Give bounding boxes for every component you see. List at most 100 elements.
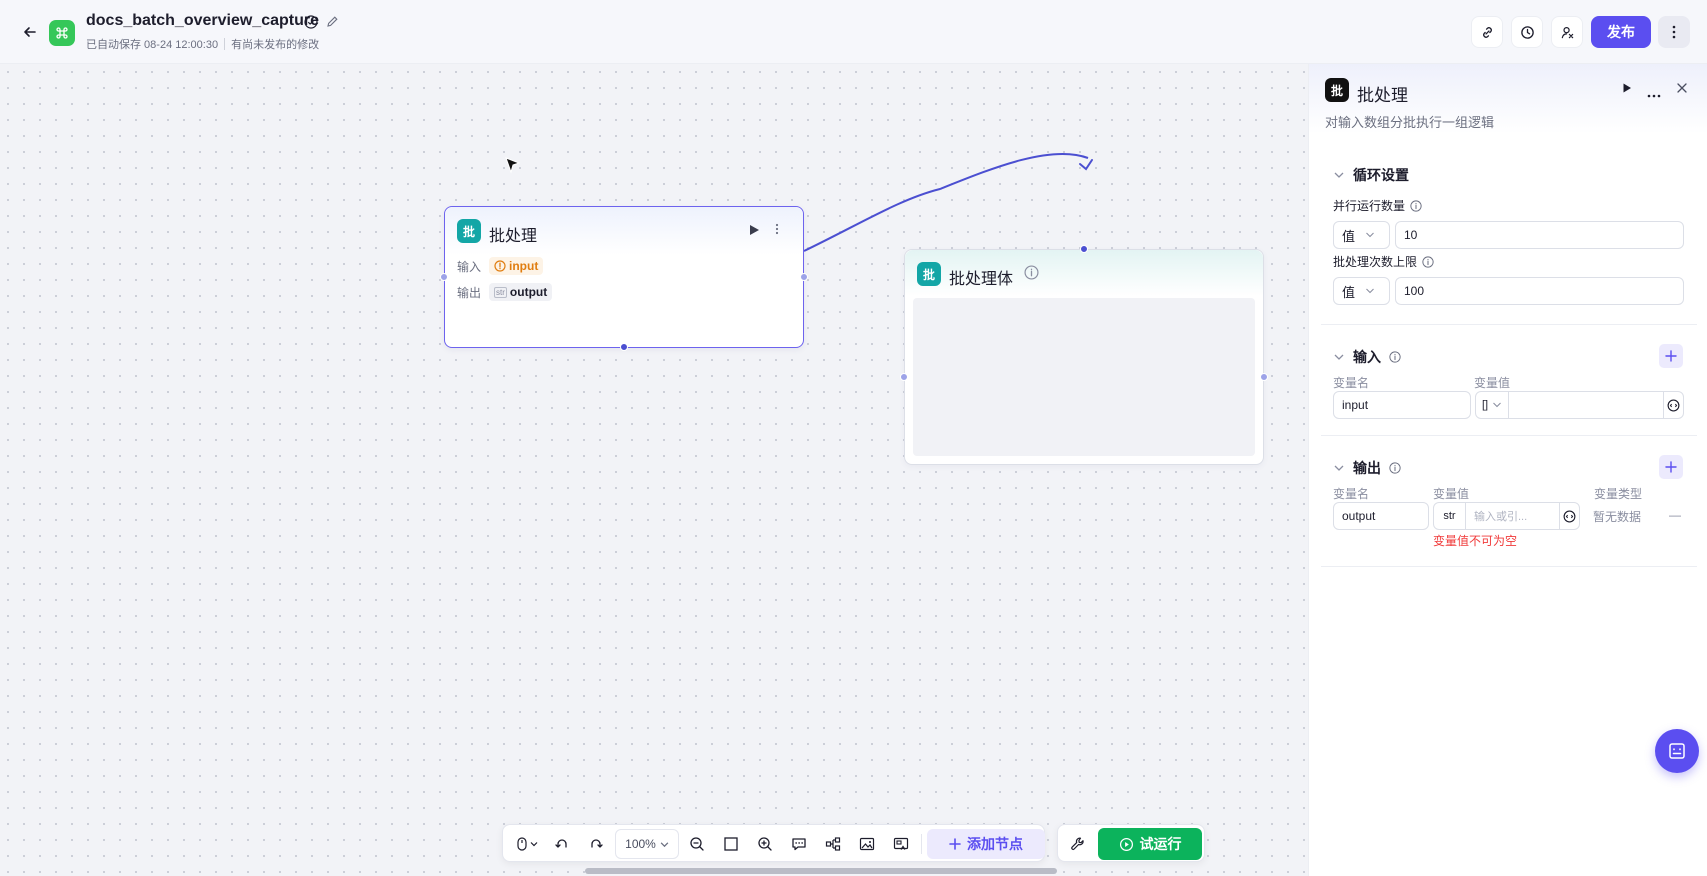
output-tag-text: output xyxy=(509,285,548,299)
wrench-icon xyxy=(1071,837,1084,850)
batch-node[interactable]: 批 批处理 输入 input 输出 str output xyxy=(440,206,808,351)
output-tag[interactable]: str output xyxy=(489,283,553,301)
batch-limit-label: 批处理次数上限 xyxy=(1333,253,1434,270)
link-button[interactable] xyxy=(1471,16,1503,48)
history-button[interactable] xyxy=(1511,16,1543,48)
panel-description: 对输入数组分批执行一组逻辑 xyxy=(1325,115,1495,130)
minimap-button[interactable] xyxy=(888,831,914,857)
comment-icon xyxy=(792,838,806,851)
section-divider xyxy=(1321,566,1697,567)
trial-run-label: 试运行 xyxy=(1139,836,1182,852)
parallel-mode-value: 值 xyxy=(1342,228,1356,244)
zoom-out-icon xyxy=(690,837,704,851)
frame-icon xyxy=(724,837,738,851)
fit-view-button[interactable] xyxy=(718,831,744,857)
edit-pencil-icon[interactable] xyxy=(326,15,339,31)
input-var-type: [] xyxy=(1482,399,1489,411)
add-input-button[interactable] xyxy=(1659,344,1683,368)
parallel-count-text: 并行运行数量 xyxy=(1333,199,1406,213)
reference-variable-icon[interactable] xyxy=(1559,503,1579,529)
auto-layout-button[interactable] xyxy=(820,831,846,857)
chevron-down-icon xyxy=(1366,232,1374,238)
horizontal-scrollbar[interactable] xyxy=(585,868,1057,874)
output-section-title: 输出 xyxy=(1353,460,1381,476)
output-var-type[interactable]: str xyxy=(1434,503,1466,529)
batch-limit-input[interactable]: 100 xyxy=(1395,277,1684,305)
parallel-mode-select[interactable]: 值 xyxy=(1333,221,1390,249)
undo-icon xyxy=(555,839,567,848)
parallel-count-input[interactable]: 10 xyxy=(1395,221,1684,249)
batch-body-top-handle[interactable] xyxy=(1080,245,1088,253)
field-divider xyxy=(1508,392,1510,418)
run-node-play-icon[interactable] xyxy=(747,223,761,240)
more-vertical-icon xyxy=(1672,25,1676,39)
zoom-select[interactable]: 100% xyxy=(615,829,679,859)
input-var-name-field[interactable]: input xyxy=(1333,391,1471,419)
input-warning-tag[interactable]: input xyxy=(489,257,544,275)
publish-button[interactable]: 发布 xyxy=(1591,16,1651,48)
trial-run-button[interactable]: 试运行 xyxy=(1098,828,1202,860)
batch-body-node[interactable]: 批 批处理体 xyxy=(900,245,1268,465)
panel-close-icon[interactable] xyxy=(1676,82,1688,97)
output-col-value: 变量值 xyxy=(1433,487,1470,501)
status-divider xyxy=(224,38,226,50)
plus-icon xyxy=(1665,461,1677,473)
batch-limit-mode-select[interactable]: 值 xyxy=(1333,277,1390,305)
add-node-button[interactable]: 添加节点 xyxy=(927,829,1045,859)
batch-node-header: 批 批处理 xyxy=(445,207,803,255)
edge-node-to-body xyxy=(803,152,1089,252)
batch-body-info-icon[interactable] xyxy=(1024,265,1039,283)
node-input-row: 输入 input xyxy=(457,257,544,275)
output-col-type: 变量类型 xyxy=(1594,487,1643,501)
info-icon xyxy=(1410,199,1422,212)
batch-body-input-handle[interactable] xyxy=(900,373,908,381)
loop-settings-section[interactable]: 循环设置 xyxy=(1333,165,1409,185)
mouse-icon xyxy=(516,837,527,851)
panel-more-horizontal-icon[interactable] xyxy=(1647,86,1661,101)
batch-body-output-handle[interactable] xyxy=(1260,373,1268,381)
workflow-canvas[interactable]: 批 批处理 输入 input 输出 str output 批 批处理体 xyxy=(0,64,1308,876)
batch-node-icon: 批 xyxy=(457,219,481,243)
parallel-count-label: 并行运行数量 xyxy=(1333,197,1422,214)
debug-tools-button[interactable] xyxy=(1065,831,1091,857)
panel-header: 批 批处理 对输入数组分批执行一组逻辑 xyxy=(1309,64,1707,134)
remove-output-button[interactable]: — xyxy=(1669,508,1681,522)
assistant-float-button[interactable] xyxy=(1655,729,1699,773)
node-output-label: 输出 xyxy=(457,285,482,300)
collaborator-button[interactable] xyxy=(1551,16,1583,48)
output-var-name-field[interactable]: output xyxy=(1333,502,1429,530)
string-type-icon: str xyxy=(494,286,507,298)
input-col-name: 变量名 xyxy=(1333,376,1370,390)
input-section[interactable]: 输入 xyxy=(1333,347,1401,367)
canvas-toolbar: 100% 添加节点 xyxy=(502,824,1045,862)
redo-icon xyxy=(591,839,603,848)
workflow-title: docs_batch_overview_capture xyxy=(86,12,319,29)
redo-button[interactable] xyxy=(583,831,609,857)
input-var-value-field[interactable]: [] xyxy=(1475,391,1684,419)
batch-body-container[interactable] xyxy=(913,298,1255,456)
batch-node-input-handle[interactable] xyxy=(440,273,448,281)
node-more-vertical-icon[interactable] xyxy=(775,223,779,238)
output-value-placeholder[interactable]: 输入或引... xyxy=(1466,508,1559,524)
run-toolbar: 试运行 xyxy=(1057,824,1205,862)
comment-button[interactable] xyxy=(786,831,812,857)
reference-variable-icon[interactable] xyxy=(1663,392,1683,418)
more-menu-button[interactable] xyxy=(1658,16,1690,48)
batch-node-output-handle[interactable] xyxy=(800,273,808,281)
batch-limit-mode-value: 值 xyxy=(1342,284,1356,300)
output-var-value-field[interactable]: str 输入或引... xyxy=(1433,502,1580,530)
output-section[interactable]: 输出 xyxy=(1333,458,1401,478)
plus-icon xyxy=(949,838,961,850)
back-arrow-icon[interactable] xyxy=(18,20,42,44)
undo-button[interactable] xyxy=(549,831,575,857)
export-image-button[interactable] xyxy=(854,831,880,857)
chevron-down-icon xyxy=(1334,465,1344,471)
node-output-row: 输出 str output xyxy=(457,283,553,301)
zoom-in-button[interactable] xyxy=(752,831,778,857)
chevron-down-icon xyxy=(1334,172,1344,178)
add-output-button[interactable] xyxy=(1659,455,1683,479)
panel-run-play-icon[interactable] xyxy=(1621,82,1633,97)
pointer-mode-button[interactable] xyxy=(511,831,543,857)
zoom-out-button[interactable] xyxy=(684,831,710,857)
batch-node-loop-handle[interactable] xyxy=(620,343,628,351)
